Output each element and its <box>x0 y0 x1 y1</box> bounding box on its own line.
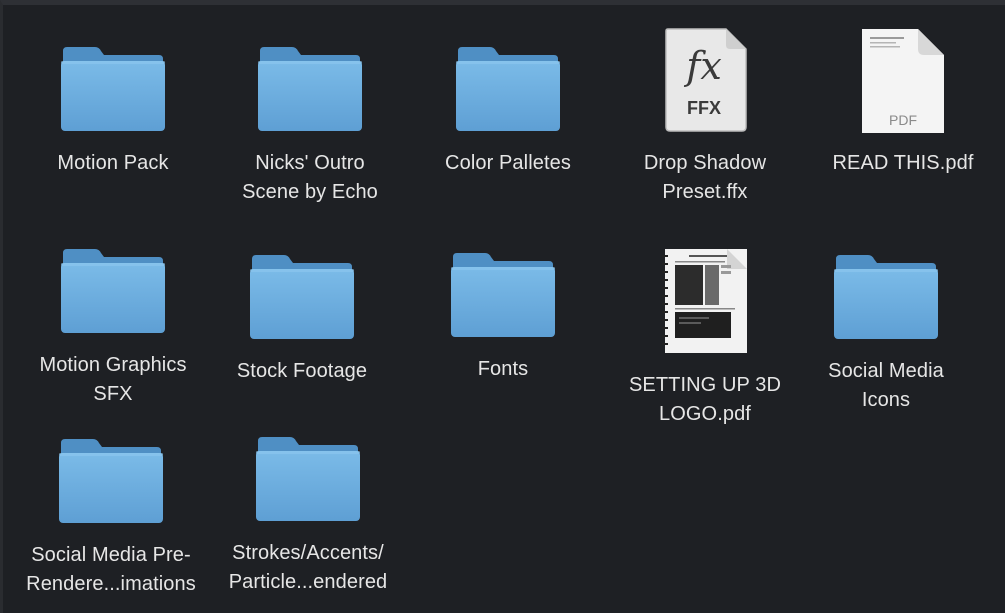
folder-icon <box>248 243 356 341</box>
item-label: Social Media Icons <box>828 360 944 411</box>
item-label: Motion Pack <box>57 152 169 174</box>
item-label: Social Media Pre- Rendere...imations <box>26 544 196 595</box>
folder-item[interactable]: Fonts <box>408 241 598 384</box>
folder-icon <box>59 237 167 335</box>
folder-icon <box>449 241 557 339</box>
folder-icon <box>57 427 165 525</box>
folder-item[interactable]: Nicks' Outro Scene by Echo <box>215 35 405 207</box>
item-label: READ THIS.pdf <box>832 152 974 174</box>
pdf-thumbnail-icon <box>661 247 749 355</box>
pdf-preview-item[interactable]: SETTING UP 3D LOGO.pdf <box>610 247 800 429</box>
folder-item[interactable]: Social Media Icons <box>791 243 981 415</box>
item-label: Fonts <box>477 358 529 380</box>
item-label: Motion Graphics SFX <box>39 354 187 405</box>
item-label: Nicks' Outro Scene by Echo <box>242 152 378 203</box>
folder-icon <box>59 35 167 133</box>
ffx-file-icon: fx FFX <box>660 27 750 133</box>
ffx-glyph: fx <box>683 44 722 88</box>
folder-item[interactable]: Motion Graphics SFX <box>18 237 208 409</box>
pdf-file-icon: PDF <box>860 27 946 133</box>
folder-icon <box>256 35 364 133</box>
pdf-file-item[interactable]: PDF READ THIS.pdf <box>808 27 998 178</box>
pdf-caption: PDF <box>889 112 917 128</box>
folder-item[interactable]: Motion Pack <box>18 35 208 178</box>
folder-item[interactable]: Color Palletes <box>413 35 603 178</box>
item-label: SETTING UP 3D LOGO.pdf <box>628 374 782 425</box>
finder-window: Motion Pack Nicks' Outro Scene by Echo C… <box>0 0 1005 613</box>
folder-item[interactable]: Stock Footage <box>207 243 397 386</box>
item-label: Color Palletes <box>445 152 571 174</box>
item-label: Drop Shadow Preset.ffx <box>643 152 767 203</box>
ffx-file-item[interactable]: fx FFX Drop Shadow Preset.ffx <box>610 27 800 207</box>
item-label: Strokes/Accents/ Particle...endered <box>228 542 388 593</box>
folder-icon <box>832 243 940 341</box>
item-label: Stock Footage <box>236 360 368 382</box>
folder-icon <box>254 425 362 523</box>
folder-item[interactable]: Strokes/Accents/ Particle...endered <box>213 425 403 597</box>
folder-item[interactable]: Social Media Pre- Rendere...imations <box>16 427 206 599</box>
folder-icon <box>454 35 562 133</box>
ffx-caption: FFX <box>687 98 721 118</box>
